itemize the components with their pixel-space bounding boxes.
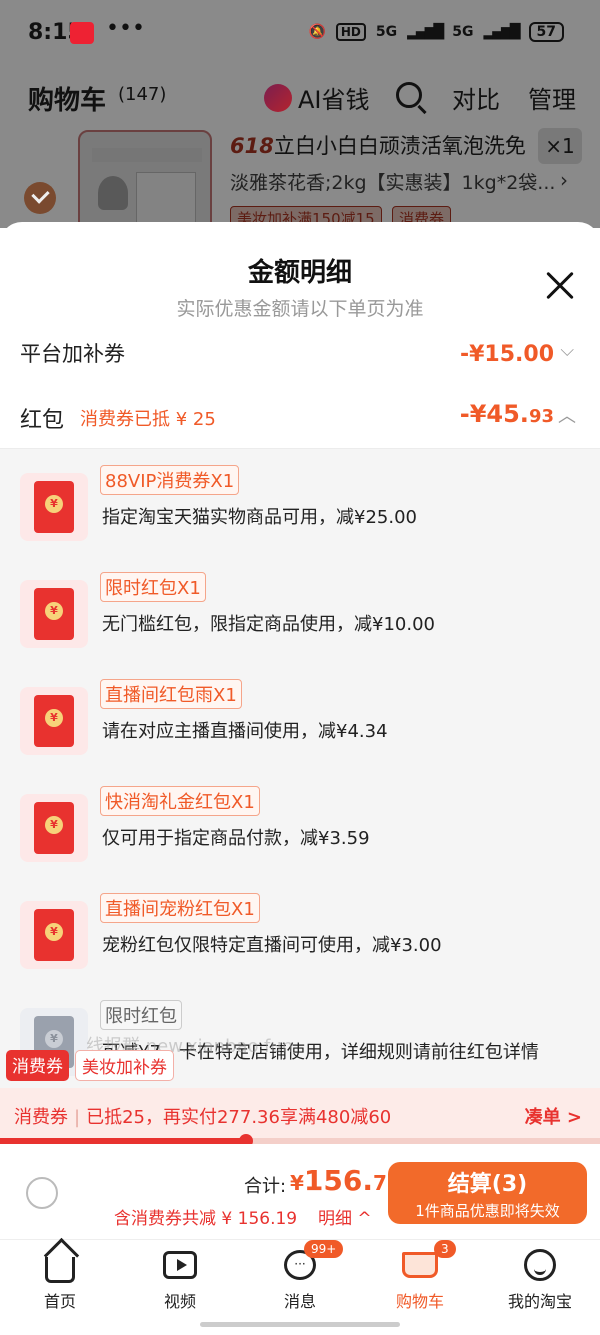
redpack-icon: ¥ bbox=[20, 687, 88, 755]
total-price: ¥156.71 bbox=[290, 1164, 401, 1197]
cart-count: (147) bbox=[118, 84, 167, 105]
coupon-tag: 限时红包X1 bbox=[100, 572, 206, 602]
tab-label: 我的淘宝 bbox=[507, 1292, 572, 1311]
add-items-button[interactable]: 凑单 > bbox=[525, 1103, 582, 1129]
tab-video[interactable]: 视频 bbox=[120, 1246, 240, 1312]
tab-label: 购物车 bbox=[395, 1292, 444, 1311]
signal-5g-1-label: 5G bbox=[375, 24, 398, 40]
cart-icon bbox=[402, 1252, 438, 1278]
sheet-title: 金额明细 bbox=[247, 258, 352, 288]
bottom-tab-bar: 首页 视频 ··· 99+ 消息 3 购物车 我的淘宝 bbox=[0, 1239, 600, 1335]
ai-save-label: AI省钱 bbox=[298, 86, 370, 114]
compare-button[interactable]: 对比 bbox=[452, 80, 500, 115]
618-tag: 618 bbox=[230, 134, 274, 158]
coupon-tag: 88VIP消费券X1 bbox=[100, 465, 240, 495]
chevron-up-icon: ︿ bbox=[558, 406, 576, 427]
checkout-label: 结算(3) bbox=[447, 1172, 528, 1197]
chevron-right-icon[interactable]: › bbox=[560, 168, 568, 192]
cart-page-backdrop: 购物车 (147) AI省钱 对比 管理 618立白小白白顽渍活氧泡洗免 ×1 … bbox=[0, 68, 600, 240]
redpack-icon: ¥ bbox=[20, 794, 88, 862]
battery-icon: 57 bbox=[528, 22, 564, 42]
coupon-desc: 请在对应主播直播间使用，减¥4.34 bbox=[102, 721, 388, 742]
tab-home[interactable]: 首页 bbox=[0, 1246, 120, 1312]
redpack-sub: 消费券已抵 ¥ 25 bbox=[80, 409, 216, 430]
tab-messages[interactable]: ··· 99+ 消息 bbox=[240, 1240, 360, 1312]
tab-cart[interactable]: 3 购物车 bbox=[360, 1240, 480, 1312]
quantity-badge[interactable]: ×1 bbox=[538, 128, 582, 164]
page-title: 购物车 bbox=[28, 86, 107, 116]
more-notifications-icon: ••• bbox=[106, 16, 145, 41]
status-icons: 🔕 HD 5G ▂▄▆█ 5G ▂▄▆█ 57 bbox=[308, 22, 564, 42]
detail-toggle[interactable]: 明细 ^ bbox=[318, 1204, 372, 1229]
list-item: ¥ 直播间红包雨X1 请在对应主播直播间使用，减¥4.34 bbox=[0, 675, 600, 775]
home-indicator[interactable] bbox=[200, 1322, 400, 1327]
video-icon bbox=[163, 1251, 197, 1279]
list-item: ¥ 限时红包X1 无门槛红包，限指定商品使用，减¥10.00 bbox=[0, 568, 600, 668]
platform-coupon-amount: -¥15.00 bbox=[459, 342, 554, 367]
coupon-desc: 指定淘宝天猫实物商品可用，减¥25.00 bbox=[102, 507, 417, 528]
home-icon bbox=[45, 1257, 75, 1283]
coupon-tag: 直播间红包雨X1 bbox=[100, 679, 242, 709]
beauty-coupon-tag: 美妆加补券 bbox=[75, 1050, 174, 1081]
cart-badge: 3 bbox=[434, 1240, 456, 1258]
list-item: ¥ 直播间宠粉红包X1 宠粉红包仅限特定直播间可使用，减¥3.00 bbox=[0, 889, 600, 989]
hd-icon: HD bbox=[335, 23, 366, 41]
checkout-sub: 1件商品优惠即将失效 bbox=[415, 1202, 560, 1220]
close-icon[interactable] bbox=[544, 270, 576, 302]
total-saving: 含消费券共减 ¥ 156.19 bbox=[114, 1209, 298, 1229]
checkout-button[interactable]: 结算(3) 1件商品优惠即将失效 bbox=[388, 1162, 587, 1224]
mute-icon: 🔕 bbox=[308, 24, 326, 40]
consume-coupon-bar[interactable]: 消费券 | 已抵25，再实付277.36享满480减60 凑单 > bbox=[0, 1088, 600, 1144]
coupon-type-tags: 消费券 美妆加补券 bbox=[6, 1050, 174, 1081]
redpack-icon: ¥ bbox=[20, 901, 88, 969]
checkout-bar: 合计: ¥156.71 含消费券共减 ¥ 156.19 明细 ^ 结算(3) 1… bbox=[0, 1144, 600, 1239]
tab-my-taobao[interactable]: 我的淘宝 bbox=[480, 1246, 600, 1312]
platform-coupon-label: 平台加补券 bbox=[20, 342, 125, 366]
coupon-tag: 快消淘礼金红包X1 bbox=[100, 786, 260, 816]
redpack-label: 红包 bbox=[20, 408, 65, 433]
coupon-tag: 限时红包 bbox=[100, 1000, 182, 1030]
app-notification-icon bbox=[70, 22, 94, 44]
ai-logo-icon bbox=[264, 83, 292, 112]
manage-button[interactable]: 管理 bbox=[528, 80, 576, 115]
profile-icon bbox=[524, 1249, 556, 1281]
coupon-desc: 宠粉红包仅限特定直播间可使用，减¥3.00 bbox=[102, 935, 442, 956]
list-item: ¥ 快消淘礼金红包X1 仅可用于指定商品付款，减¥3.59 bbox=[0, 782, 600, 882]
select-all-checkbox[interactable] bbox=[26, 1177, 58, 1209]
tab-label: 首页 bbox=[43, 1292, 76, 1311]
search-icon[interactable] bbox=[396, 82, 422, 108]
coupon-desc: 无门槛红包，限指定商品使用，减¥10.00 bbox=[102, 614, 435, 635]
consume-coupon-info: 消费券 | 已抵25，再实付277.36享满480减60 bbox=[14, 1107, 392, 1128]
signal-bars-icon-2: ▂▄▆█ bbox=[483, 24, 520, 40]
sheet-subtitle: 实际优惠金额请以下单页为准 bbox=[176, 298, 424, 320]
coupon-desc: 仅可用于指定商品付款，减¥3.59 bbox=[102, 828, 370, 849]
platform-coupon-row[interactable]: 平台加补券 -¥15.00 ⌵ bbox=[0, 332, 600, 372]
status-bar: 8:15 ••• 🔕 HD 5G ▂▄▆█ 5G ▂▄▆█ 57 bbox=[0, 0, 600, 68]
product-spec[interactable]: 淡雅茶花香;2kg【实惠装】1kg*2袋... bbox=[230, 168, 555, 195]
amount-detail-sheet: 金额明细 实际优惠金额请以下单页为准 平台加补券 -¥15.00 ⌵ 红包 消费… bbox=[0, 222, 600, 1239]
signal-bars-icon: ▂▄▆█ bbox=[407, 24, 444, 40]
message-badge: 99+ bbox=[304, 1240, 344, 1258]
tab-label: 视频 bbox=[163, 1292, 196, 1311]
item-checkbox[interactable] bbox=[24, 182, 56, 214]
redpack-amount: -¥45.93 bbox=[459, 400, 554, 428]
redpack-icon: ¥ bbox=[20, 580, 88, 648]
coupon-tag: 直播间宠粉红包X1 bbox=[100, 893, 260, 923]
total-label: 合计: bbox=[244, 1176, 287, 1197]
product-name[interactable]: 618立白小白白顽渍活氧泡洗免 bbox=[230, 130, 526, 160]
signal-5g-2-label: 5G bbox=[452, 24, 474, 40]
list-item: ¥ 88VIP消费券X1 指定淘宝天猫实物商品可用，减¥25.00 bbox=[0, 461, 600, 561]
consume-coupon-tag: 消费券 bbox=[6, 1050, 69, 1081]
ai-save-button[interactable]: AI省钱 bbox=[264, 80, 370, 115]
redpack-row[interactable]: 红包 消费券已抵 ¥ 25 -¥45.93 ︿ bbox=[0, 390, 600, 446]
redpack-icon: ¥ bbox=[20, 473, 88, 541]
redpack-list: ¥ 88VIP消费券X1 指定淘宝天猫实物商品可用，减¥25.00 ¥ 限时红包… bbox=[0, 448, 600, 1088]
tab-label: 消息 bbox=[283, 1292, 316, 1311]
chevron-down-icon: ⌵ bbox=[560, 340, 574, 361]
